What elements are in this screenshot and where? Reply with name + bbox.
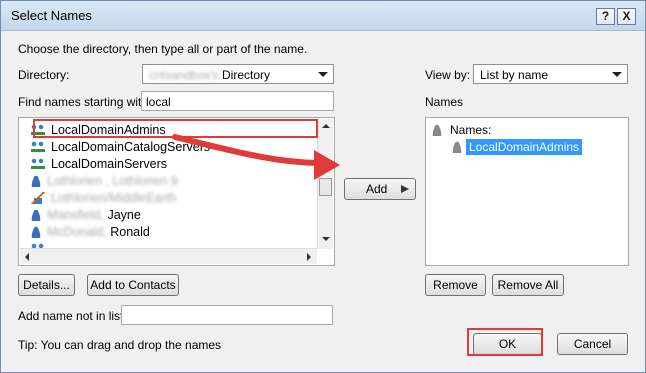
- annotation-arrow-icon: [172, 134, 340, 180]
